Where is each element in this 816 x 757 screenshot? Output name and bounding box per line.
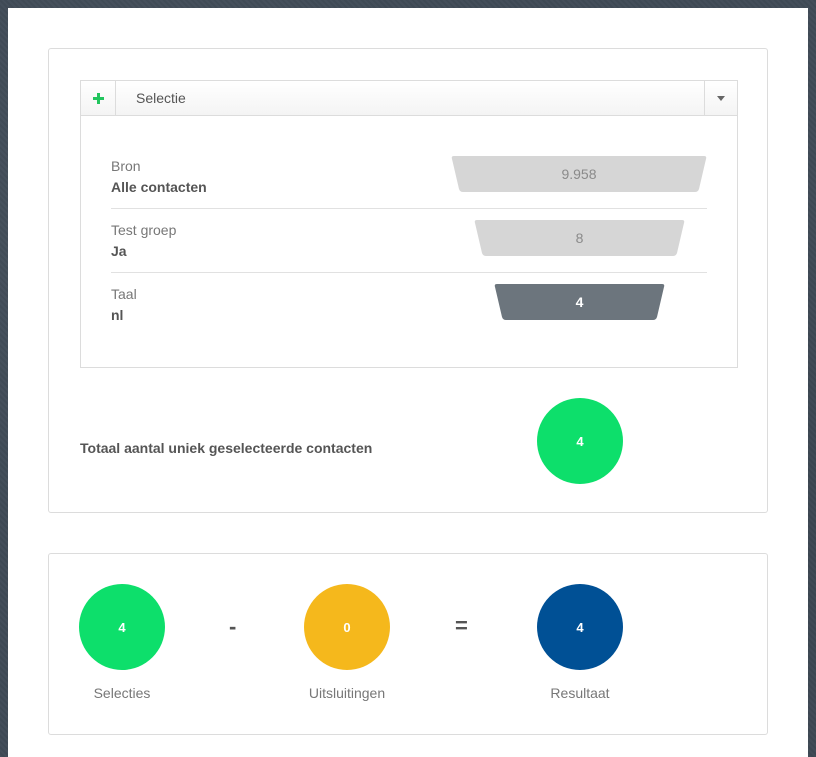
resultaat-circle: 4 (537, 584, 623, 670)
selection-row: Taal nl 4 (111, 273, 707, 337)
row-value: Ja (111, 243, 127, 259)
total-unique-label: Totaal aantal uniek geselecteerde contac… (80, 440, 373, 456)
row-label: Taal (111, 286, 137, 302)
add-selection-button[interactable] (81, 81, 116, 115)
funnel-count: 8 (575, 230, 584, 246)
plus-icon (92, 92, 104, 104)
selection-dropdown-toggle[interactable] (704, 81, 737, 115)
selection-rows: Bron Alle contacten 9.958 Test groep Ja (111, 145, 707, 337)
selection-row: Bron Alle contacten 9.958 (111, 145, 707, 209)
funnel-count: 4 (575, 294, 584, 310)
funnel-count: 9.958 (561, 166, 597, 182)
minus-operator: - (229, 614, 237, 639)
funnel-bar[interactable]: 4 (494, 284, 665, 320)
uitsluitingen-count: 0 (343, 619, 351, 635)
total-count: 4 (576, 433, 584, 449)
selection-header: Selectie (81, 81, 737, 116)
selection-box: Selectie Bron Alle contacten 9.958 Test … (80, 80, 738, 368)
selection-row: Test groep Ja 8 (111, 209, 707, 273)
row-value: Alle contacten (111, 179, 207, 195)
uitsluitingen-label: Uitsluitingen (308, 685, 386, 701)
selection-title: Selectie (136, 90, 186, 106)
selecties-count: 4 (118, 619, 126, 635)
funnel-bar[interactable]: 9.958 (451, 156, 707, 192)
uitsluitingen-circle: 0 (304, 584, 390, 670)
caret-down-icon (717, 95, 725, 101)
funnel-bar[interactable]: 8 (474, 220, 685, 256)
selection-panel: Selectie Bron Alle contacten 9.958 Test … (48, 48, 768, 513)
page: Selectie Bron Alle contacten 9.958 Test … (8, 8, 808, 757)
resultaat-label: Resultaat (550, 685, 610, 701)
result-panel: 4 Selecties - 0 Uitsluitingen = 4 Result… (48, 553, 768, 735)
selecties-circle: 4 (79, 584, 165, 670)
resultaat-count: 4 (576, 619, 584, 635)
selecties-label: Selecties (93, 685, 151, 701)
row-label: Test groep (111, 222, 177, 238)
row-value: nl (111, 307, 124, 323)
row-label: Bron (111, 158, 141, 174)
equals-operator: = (455, 613, 468, 638)
total-count-circle: 4 (537, 398, 623, 484)
